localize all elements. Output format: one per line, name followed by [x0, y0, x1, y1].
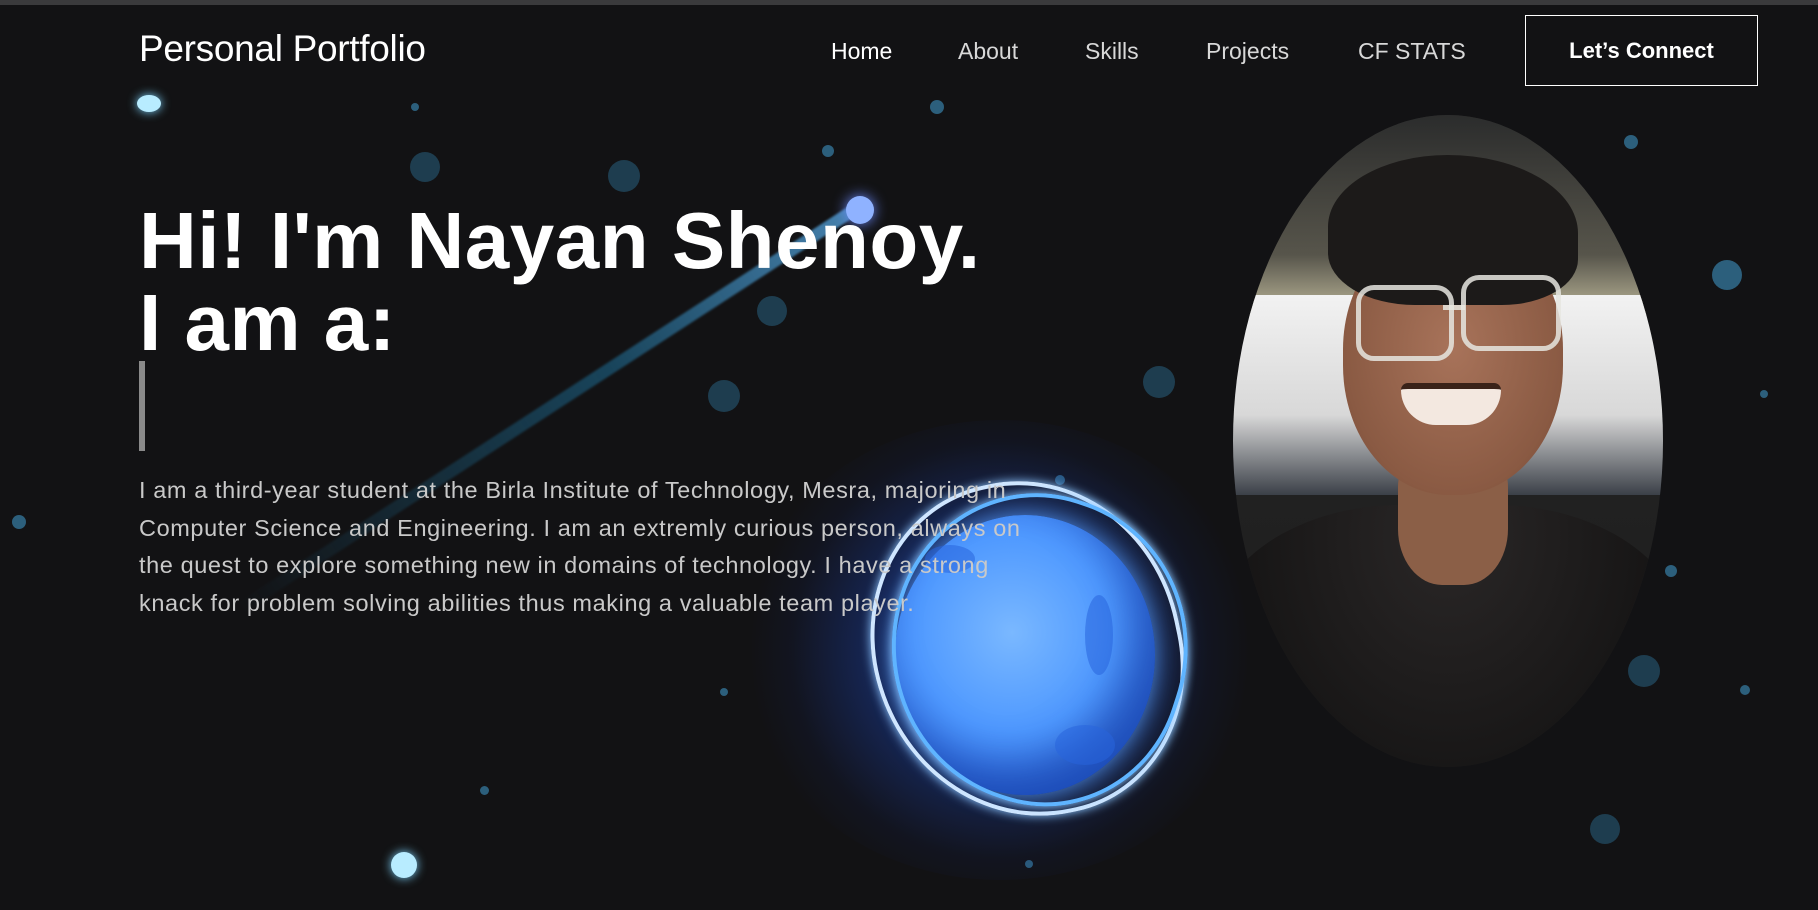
star [137, 95, 161, 112]
star [822, 145, 834, 157]
glasses-bridge [1443, 305, 1465, 310]
nav-link-home[interactable]: Home [831, 38, 892, 65]
nav-link-projects[interactable]: Projects [1206, 38, 1289, 65]
star [720, 688, 728, 696]
star [1740, 685, 1750, 695]
typing-caret [139, 361, 145, 451]
avatar-smile [1401, 383, 1501, 425]
star [930, 100, 944, 114]
nav-link-skills[interactable]: Skills [1085, 38, 1139, 65]
star [1590, 814, 1620, 844]
hero-title-line1: Hi! I'm Nayan Shenoy. [139, 196, 981, 285]
star [12, 515, 26, 529]
star [1712, 260, 1742, 290]
glasses-icon [1356, 285, 1454, 361]
site-logo[interactable]: Personal Portfolio [139, 28, 426, 70]
nav-link-about[interactable]: About [958, 38, 1018, 65]
hero-description: I am a third-year student at the Birla I… [139, 477, 1021, 616]
lets-connect-button[interactable]: Let’s Connect [1525, 15, 1758, 86]
nav-link-cf-stats[interactable]: CF STATS [1358, 38, 1466, 65]
star [410, 152, 440, 182]
star [480, 786, 489, 795]
lets-connect-label: Let’s Connect [1569, 37, 1714, 63]
star [1760, 390, 1768, 398]
star [608, 160, 640, 192]
star [391, 852, 417, 878]
star [1665, 565, 1677, 577]
glasses-icon [1461, 275, 1561, 351]
hero-title: Hi! I'm Nayan Shenoy. I am a: [139, 200, 981, 364]
star [1143, 366, 1175, 398]
star [411, 103, 419, 111]
hero-title-line2: I am a: [139, 278, 396, 367]
avatar-photo [1233, 115, 1663, 767]
